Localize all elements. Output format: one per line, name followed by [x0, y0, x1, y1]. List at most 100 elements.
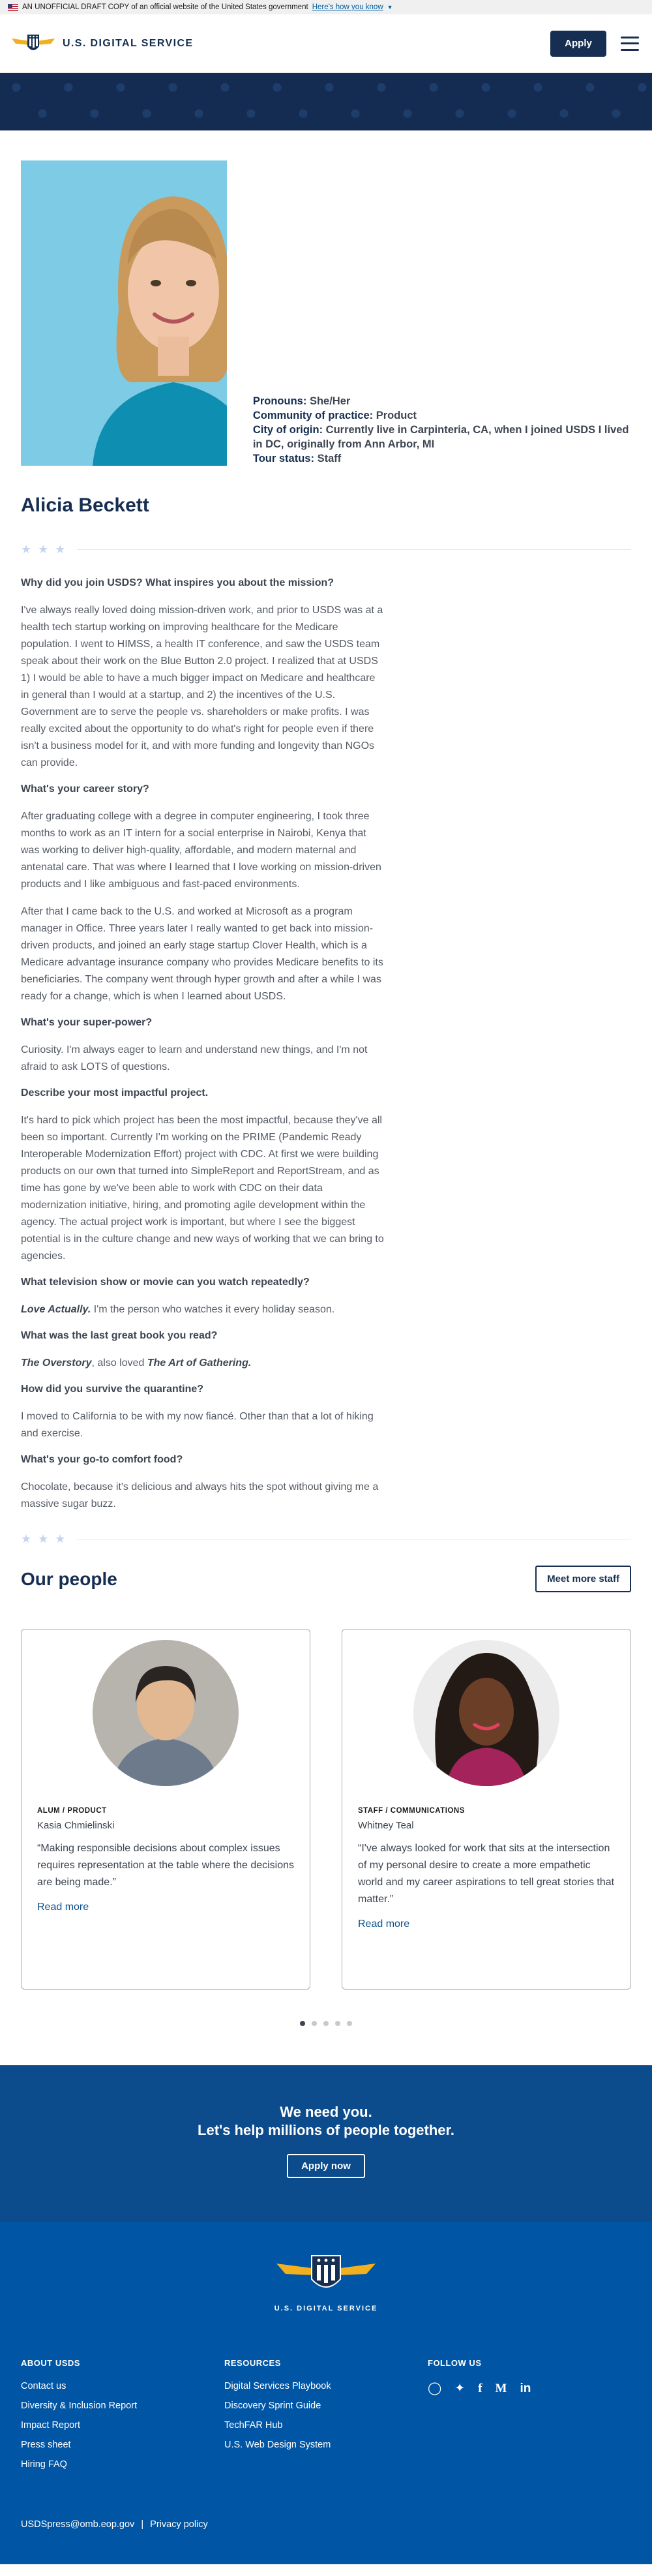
carousel-dot[interactable] [323, 2021, 329, 2026]
medium-icon[interactable]: M [496, 2382, 507, 2396]
people-carousel: ALUM / PRODUCT Kasia Chmielinski “Making… [21, 1629, 631, 1990]
facebook-icon[interactable]: f [478, 2382, 482, 2396]
footer-resources-column: RESOURCES Digital Services Playbook Disc… [224, 2358, 428, 2479]
apply-button[interactable]: Apply [550, 30, 606, 57]
portrait-image [21, 160, 227, 466]
person-quote: “Making responsible decisions about comp… [37, 1843, 295, 1888]
community-value: Product [376, 410, 417, 421]
footer-link-uswds[interactable]: U.S. Web Design System [224, 2440, 428, 2450]
hero-star-band [0, 73, 652, 130]
star-icon: ★ [38, 543, 49, 556]
instagram-icon[interactable]: ◯ [428, 2381, 441, 2396]
usds-eagle-logo-icon [276, 2255, 376, 2288]
origin-label: City of origin: [252, 424, 323, 436]
footer-resources-title: RESOURCES [224, 2358, 281, 2368]
carousel-dot[interactable] [347, 2021, 352, 2026]
pronouns-value: She/Her [309, 395, 351, 407]
heres-how-you-know-link[interactable]: Here's how you know [312, 3, 383, 11]
answer-text: I'm the person who watches it every holi… [91, 1304, 335, 1315]
footer-follow-title: FOLLOW US [428, 2358, 482, 2368]
meet-more-staff-button[interactable]: Meet more staff [535, 1566, 631, 1592]
avatar [413, 1640, 559, 1786]
answer-text: , also loved [91, 1357, 147, 1369]
hamburger-menu-icon[interactable] [621, 36, 639, 51]
answer: I moved to California to be with my now … [21, 1411, 374, 1439]
answer: After that I came back to the U.S. and w… [21, 906, 383, 1002]
question: What's your career story? [21, 783, 149, 795]
profile-name: Alicia Beckett [21, 494, 149, 516]
site-header: U.S. DIGITAL SERVICE Apply [0, 14, 652, 73]
question: What was the last great book you read? [21, 1330, 218, 1341]
avatar [93, 1640, 239, 1786]
our-people-title: Our people [21, 1568, 117, 1589]
footer-about-column: ABOUT USDS Contact us Diversity & Inclus… [21, 2358, 224, 2479]
read-more-link[interactable]: Read more [358, 1918, 409, 1930]
answer: Chocolate, because it's delicious and al… [21, 1481, 379, 1509]
tour-status-label: Tour status: [252, 453, 314, 464]
answer-emphasis: The Art of Gathering. [147, 1357, 252, 1369]
linkedin-icon[interactable]: in [520, 2382, 531, 2396]
star-icon: ★ [21, 1532, 32, 1545]
read-more-link[interactable]: Read more [37, 1902, 89, 1913]
person-card[interactable]: ALUM / PRODUCT Kasia Chmielinski “Making… [21, 1629, 310, 1990]
footer-link-hiring-faq[interactable]: Hiring FAQ [21, 2459, 224, 2470]
cta-line-1: We need you. [280, 2104, 372, 2120]
footer-link-playbook[interactable]: Digital Services Playbook [224, 2381, 428, 2391]
our-people-section: Our people Meet more staff ALUM / PRODUC… [0, 1566, 652, 2026]
cta-section: We need you. Let's help millions of peop… [0, 2065, 652, 2222]
answer-emphasis: The Overstory [21, 1357, 92, 1369]
person-name: Whitney Teal [358, 1820, 414, 1831]
profile-photo [21, 160, 227, 466]
us-flag-icon [8, 3, 18, 11]
answer: It's hard to pick which project has been… [21, 1115, 384, 1262]
profile-meta: Pronouns: She/Her Community of practice:… [253, 394, 631, 466]
answer: I've always really loved doing mission-d… [21, 605, 383, 768]
footer-link-diversity[interactable]: Diversity & Inclusion Report [21, 2401, 224, 2411]
carousel-dot[interactable] [335, 2021, 340, 2026]
carousel-dots [21, 2021, 631, 2026]
person-tag: STAFF / COMMUNICATIONS [358, 1807, 465, 1815]
apply-now-button[interactable]: Apply now [287, 2154, 365, 2178]
person-tag: ALUM / PRODUCT [37, 1807, 107, 1815]
star-divider: ★ ★ ★ [21, 1532, 631, 1546]
footer-bottom: USDSpress@omb.eop.gov | Privacy policy [0, 2519, 652, 2530]
gov-banner-text: AN UNOFFICIAL DRAFT COPY of an official … [22, 3, 308, 11]
usds-logo[interactable]: U.S. DIGITAL SERVICE [10, 31, 193, 57]
footer-logo[interactable]: U.S. DIGITAL SERVICE [0, 2250, 652, 2312]
answer: The Overstory, also loved The Art of Gat… [21, 1355, 386, 1372]
chevron-down-icon[interactable]: ▼ [387, 4, 393, 10]
footer-logo-text: U.S. DIGITAL SERVICE [274, 2305, 378, 2312]
site-footer: U.S. DIGITAL SERVICE ABOUT USDS Contact … [0, 2222, 652, 2564]
question: What television show or movie can you wa… [21, 1277, 310, 1288]
footer-link-discovery[interactable]: Discovery Sprint Guide [224, 2401, 428, 2411]
star-icon: ★ [55, 1532, 66, 1545]
footer-email-link[interactable]: USDSpress@omb.eop.gov [21, 2519, 134, 2530]
qa-section: Why did you join USDS? What inspires you… [21, 576, 386, 1513]
usds-eagle-logo-icon [12, 34, 55, 50]
footer-link-press[interactable]: Press sheet [21, 2440, 224, 2450]
footer-link-contact[interactable]: Contact us [21, 2381, 224, 2391]
gov-banner: AN UNOFFICIAL DRAFT COPY of an official … [0, 0, 652, 14]
footer-about-title: ABOUT USDS [21, 2358, 80, 2368]
cta-line-2: Let's help millions of people together. [198, 2122, 454, 2138]
question: How did you survive the quarantine? [21, 1384, 204, 1395]
answer: After graduating college with a degree i… [21, 811, 381, 890]
logo-wordmark: U.S. DIGITAL SERVICE [63, 37, 194, 49]
person-card[interactable]: STAFF / COMMUNICATIONS Whitney Teal “I'v… [342, 1629, 631, 1990]
community-label: Community of practice: [252, 410, 374, 421]
profile-section: Pronouns: She/Her Community of practice:… [0, 130, 652, 1546]
privacy-policy-link[interactable]: Privacy policy [150, 2519, 208, 2530]
twitter-icon[interactable]: ✦ [454, 2381, 465, 2396]
star-icon: ★ [38, 1532, 49, 1545]
pronouns-label: Pronouns: [252, 395, 307, 407]
carousel-dot[interactable] [312, 2021, 317, 2026]
footer-link-techfar[interactable]: TechFAR Hub [224, 2420, 428, 2431]
carousel-dot[interactable] [300, 2021, 305, 2026]
star-divider: ★ ★ ★ [21, 543, 631, 556]
question: Describe your most impactful project. [21, 1087, 209, 1099]
footer-link-impact[interactable]: Impact Report [21, 2420, 224, 2431]
tour-status-value: Staff [317, 453, 342, 464]
answer: Love Actually. I'm the person who watche… [21, 1301, 386, 1318]
question: Why did you join USDS? What inspires you… [21, 577, 334, 588]
footer-follow-column: FOLLOW US ◯ ✦ f M in [428, 2358, 631, 2479]
